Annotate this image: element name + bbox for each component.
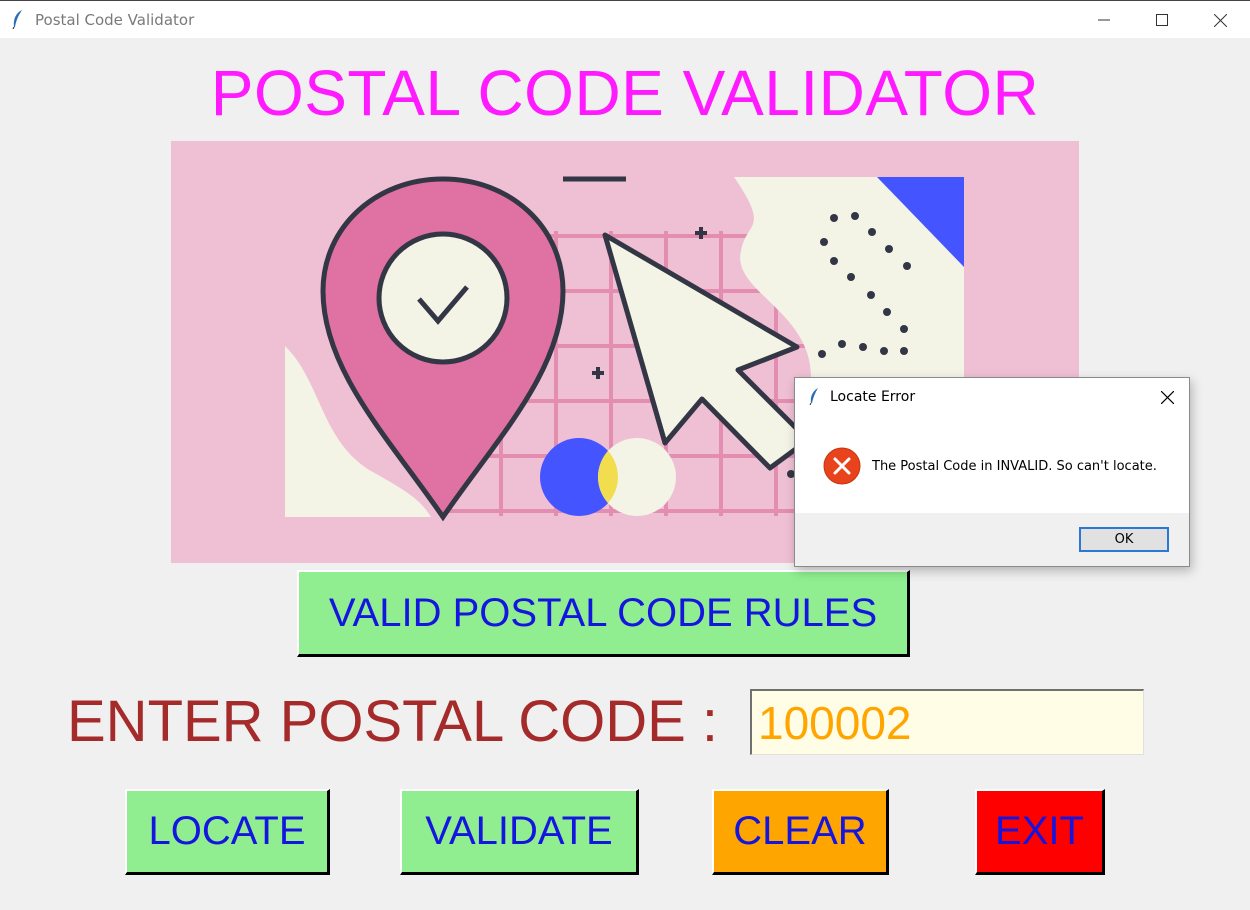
minimize-icon bbox=[1098, 19, 1110, 21]
maximize-button[interactable] bbox=[1133, 1, 1191, 39]
error-icon bbox=[823, 447, 861, 485]
valid-postal-code-rules-button[interactable]: VALID POSTAL CODE RULES bbox=[297, 570, 910, 657]
close-icon bbox=[1213, 13, 1227, 27]
close-icon bbox=[1160, 390, 1174, 404]
window-title: Postal Code Validator bbox=[35, 11, 195, 29]
maximize-icon bbox=[1156, 14, 1168, 26]
page-title: POSTAL CODE VALIDATOR bbox=[210, 57, 1040, 129]
close-button[interactable] bbox=[1191, 1, 1249, 39]
clear-button[interactable]: CLEAR bbox=[712, 789, 889, 875]
exit-button[interactable]: EXIT bbox=[975, 789, 1105, 875]
feather-icon bbox=[12, 10, 22, 29]
ok-button[interactable]: OK bbox=[1079, 527, 1169, 552]
enter-postal-code-label: ENTER POSTAL CODE : bbox=[67, 689, 718, 754]
window-titlebar: Postal Code Validator bbox=[0, 0, 1250, 38]
dialog-close-button[interactable] bbox=[1153, 384, 1181, 410]
locate-error-dialog: Locate Error The Postal Code in INVALID.… bbox=[794, 377, 1190, 567]
locate-button[interactable]: LOCATE bbox=[125, 789, 330, 875]
postal-code-input[interactable] bbox=[750, 689, 1144, 755]
dialog-footer: OK bbox=[795, 513, 1189, 566]
dialog-message: The Postal Code in INVALID. So can't loc… bbox=[872, 459, 1157, 474]
feather-icon bbox=[809, 388, 818, 405]
validate-button[interactable]: VALIDATE bbox=[400, 789, 639, 875]
minimize-button[interactable] bbox=[1075, 1, 1133, 39]
dialog-title: Locate Error bbox=[830, 389, 916, 405]
